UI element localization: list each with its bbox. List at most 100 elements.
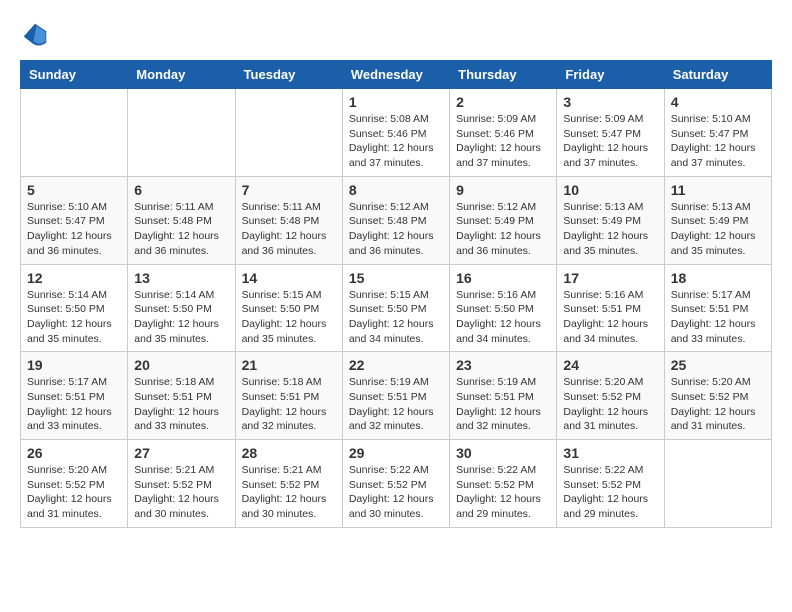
week-row-3: 12 Sunrise: 5:14 AM Sunset: 5:50 PM Dayli… — [21, 264, 772, 352]
day-info: Sunrise: 5:17 AM Sunset: 5:51 PM Dayligh… — [671, 288, 765, 347]
calendar-cell: 2 Sunrise: 5:09 AM Sunset: 5:46 PM Daylig… — [450, 89, 557, 177]
calendar-cell: 13 Sunrise: 5:14 AM Sunset: 5:50 PM Dayli… — [128, 264, 235, 352]
calendar-cell: 7 Sunrise: 5:11 AM Sunset: 5:48 PM Daylig… — [235, 176, 342, 264]
day-info: Sunrise: 5:11 AM Sunset: 5:48 PM Dayligh… — [134, 200, 228, 259]
calendar-cell: 16Sunrise: 5:16 AM Sunset: 5:50 PM Dayli… — [450, 264, 557, 352]
calendar-cell: 19 Sunrise: 5:17 AM Sunset: 5:51 PM Dayli… — [21, 352, 128, 440]
calendar-cell — [128, 89, 235, 177]
day-info: Sunrise: 5:10 AM Sunset: 5:47 PM Dayligh… — [671, 112, 765, 171]
calendar-cell: 11 Sunrise: 5:13 AM Sunset: 5:49 PM Dayli… — [664, 176, 771, 264]
day-info: Sunrise: 5:20 AM Sunset: 5:52 PM Dayligh… — [27, 463, 121, 522]
day-info: Sunrise: 5:15 AM Sunset: 5:50 PM Dayligh… — [349, 288, 443, 347]
day-number: 11 — [671, 182, 765, 198]
day-number: 28 — [242, 445, 336, 461]
day-number: 15 — [349, 270, 443, 286]
day-info: Sunrise: 5:20 AM Sunset: 5:52 PM Dayligh… — [563, 375, 657, 434]
day-number: 13 — [134, 270, 228, 286]
calendar-cell: 26 Sunrise: 5:20 AM Sunset: 5:52 PM Dayli… — [21, 440, 128, 528]
day-info: Sunrise: 5:22 AM Sunset: 5:52 PM Dayligh… — [349, 463, 443, 522]
day-number: 31 — [563, 445, 657, 461]
day-info: Sunrise: 5:20 AM Sunset: 5:52 PM Dayligh… — [671, 375, 765, 434]
calendar-cell — [21, 89, 128, 177]
week-row-4: 19 Sunrise: 5:17 AM Sunset: 5:51 PM Dayli… — [21, 352, 772, 440]
day-number: 6 — [134, 182, 228, 198]
day-number: 12 — [27, 270, 121, 286]
weekday-header-friday: Friday — [557, 61, 664, 89]
day-info: Sunrise: 5:15 AM Sunset: 5:50 PM Dayligh… — [242, 288, 336, 347]
day-info: Sunrise: 5:11 AM Sunset: 5:48 PM Dayligh… — [242, 200, 336, 259]
day-number: 23 — [456, 357, 550, 373]
day-number: 24 — [563, 357, 657, 373]
week-row-1: 1 Sunrise: 5:08 AM Sunset: 5:46 PM Daylig… — [21, 89, 772, 177]
day-number: 29 — [349, 445, 443, 461]
day-number: 21 — [242, 357, 336, 373]
calendar-cell — [235, 89, 342, 177]
page-header — [20, 20, 772, 50]
day-info: Sunrise: 5:21 AM Sunset: 5:52 PM Dayligh… — [242, 463, 336, 522]
weekday-header-row: SundayMondayTuesdayWednesdayThursdayFrid… — [21, 61, 772, 89]
day-number: 17 — [563, 270, 657, 286]
calendar-cell: 22Sunrise: 5:19 AM Sunset: 5:51 PM Dayli… — [342, 352, 449, 440]
weekday-header-thursday: Thursday — [450, 61, 557, 89]
calendar-cell: 15 Sunrise: 5:15 AM Sunset: 5:50 PM Dayli… — [342, 264, 449, 352]
calendar-table: SundayMondayTuesdayWednesdayThursdayFrid… — [20, 60, 772, 528]
calendar-cell: 21Sunrise: 5:18 AM Sunset: 5:51 PM Dayli… — [235, 352, 342, 440]
weekday-header-saturday: Saturday — [664, 61, 771, 89]
day-number: 22 — [349, 357, 443, 373]
calendar-cell: 8Sunrise: 5:12 AM Sunset: 5:48 PM Daylig… — [342, 176, 449, 264]
weekday-header-tuesday: Tuesday — [235, 61, 342, 89]
calendar-cell: 6 Sunrise: 5:11 AM Sunset: 5:48 PM Daylig… — [128, 176, 235, 264]
day-info: Sunrise: 5:10 AM Sunset: 5:47 PM Dayligh… — [27, 200, 121, 259]
calendar-cell: 17Sunrise: 5:16 AM Sunset: 5:51 PM Dayli… — [557, 264, 664, 352]
calendar-cell — [664, 440, 771, 528]
day-info: Sunrise: 5:13 AM Sunset: 5:49 PM Dayligh… — [563, 200, 657, 259]
calendar-cell: 30Sunrise: 5:22 AM Sunset: 5:52 PM Dayli… — [450, 440, 557, 528]
calendar-cell: 25 Sunrise: 5:20 AM Sunset: 5:52 PM Dayli… — [664, 352, 771, 440]
day-number: 5 — [27, 182, 121, 198]
calendar-cell: 10 Sunrise: 5:13 AM Sunset: 5:49 PM Dayli… — [557, 176, 664, 264]
calendar-cell: 20Sunrise: 5:18 AM Sunset: 5:51 PM Dayli… — [128, 352, 235, 440]
calendar-cell: 18 Sunrise: 5:17 AM Sunset: 5:51 PM Dayli… — [664, 264, 771, 352]
day-info: Sunrise: 5:13 AM Sunset: 5:49 PM Dayligh… — [671, 200, 765, 259]
day-number: 7 — [242, 182, 336, 198]
day-info: Sunrise: 5:08 AM Sunset: 5:46 PM Dayligh… — [349, 112, 443, 171]
weekday-header-monday: Monday — [128, 61, 235, 89]
calendar-cell: 3Sunrise: 5:09 AM Sunset: 5:47 PM Daylig… — [557, 89, 664, 177]
logo-icon — [20, 20, 50, 50]
week-row-5: 26 Sunrise: 5:20 AM Sunset: 5:52 PM Dayli… — [21, 440, 772, 528]
day-info: Sunrise: 5:09 AM Sunset: 5:46 PM Dayligh… — [456, 112, 550, 171]
calendar-cell: 31 Sunrise: 5:22 AM Sunset: 5:52 PM Dayli… — [557, 440, 664, 528]
calendar-cell: 23 Sunrise: 5:19 AM Sunset: 5:51 PM Dayli… — [450, 352, 557, 440]
day-number: 18 — [671, 270, 765, 286]
logo — [20, 20, 52, 50]
day-number: 27 — [134, 445, 228, 461]
day-number: 25 — [671, 357, 765, 373]
calendar-cell: 12 Sunrise: 5:14 AM Sunset: 5:50 PM Dayli… — [21, 264, 128, 352]
day-info: Sunrise: 5:21 AM Sunset: 5:52 PM Dayligh… — [134, 463, 228, 522]
day-number: 8 — [349, 182, 443, 198]
day-number: 14 — [242, 270, 336, 286]
calendar-cell: 5 Sunrise: 5:10 AM Sunset: 5:47 PM Daylig… — [21, 176, 128, 264]
day-number: 10 — [563, 182, 657, 198]
day-number: 4 — [671, 94, 765, 110]
day-number: 2 — [456, 94, 550, 110]
day-number: 1 — [349, 94, 443, 110]
calendar-cell: 29 Sunrise: 5:22 AM Sunset: 5:52 PM Dayli… — [342, 440, 449, 528]
day-info: Sunrise: 5:22 AM Sunset: 5:52 PM Dayligh… — [563, 463, 657, 522]
day-number: 9 — [456, 182, 550, 198]
weekday-header-sunday: Sunday — [21, 61, 128, 89]
day-info: Sunrise: 5:17 AM Sunset: 5:51 PM Dayligh… — [27, 375, 121, 434]
day-number: 19 — [27, 357, 121, 373]
day-info: Sunrise: 5:14 AM Sunset: 5:50 PM Dayligh… — [134, 288, 228, 347]
week-row-2: 5 Sunrise: 5:10 AM Sunset: 5:47 PM Daylig… — [21, 176, 772, 264]
calendar-cell: 9Sunrise: 5:12 AM Sunset: 5:49 PM Daylig… — [450, 176, 557, 264]
day-number: 26 — [27, 445, 121, 461]
day-info: Sunrise: 5:16 AM Sunset: 5:50 PM Dayligh… — [456, 288, 550, 347]
day-info: Sunrise: 5:19 AM Sunset: 5:51 PM Dayligh… — [456, 375, 550, 434]
calendar-cell: 27 Sunrise: 5:21 AM Sunset: 5:52 PM Dayli… — [128, 440, 235, 528]
calendar-cell: 24 Sunrise: 5:20 AM Sunset: 5:52 PM Dayli… — [557, 352, 664, 440]
calendar-cell: 28 Sunrise: 5:21 AM Sunset: 5:52 PM Dayli… — [235, 440, 342, 528]
day-number: 20 — [134, 357, 228, 373]
day-info: Sunrise: 5:14 AM Sunset: 5:50 PM Dayligh… — [27, 288, 121, 347]
calendar-cell: 1 Sunrise: 5:08 AM Sunset: 5:46 PM Daylig… — [342, 89, 449, 177]
